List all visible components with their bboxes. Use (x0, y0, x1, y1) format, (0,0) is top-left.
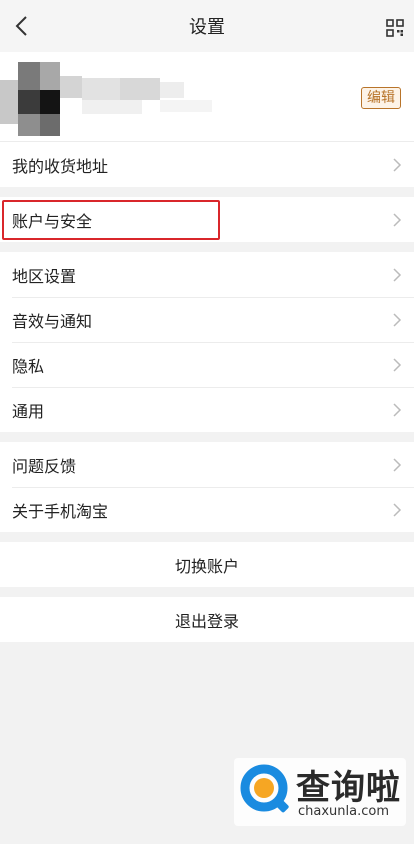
profile-card[interactable]: 编辑 (0, 52, 414, 142)
magnifier-logo-icon (240, 764, 289, 813)
settings-group-address: 我的收货地址 (0, 142, 414, 187)
chevron-right-icon (393, 157, 402, 172)
settings-item-privacy[interactable]: 隐私 (0, 342, 414, 387)
settings-item-label: 地区设置 (12, 266, 77, 286)
edit-button[interactable]: 编辑 (361, 87, 401, 109)
chevron-right-icon (393, 457, 402, 472)
settings-item-account-security[interactable]: 账户与安全 (0, 197, 414, 242)
settings-item-label: 音效与通知 (12, 311, 93, 331)
settings-item-label: 隐私 (12, 356, 45, 376)
chevron-right-icon (393, 312, 402, 327)
settings-item-feedback[interactable]: 问题反馈 (0, 442, 414, 487)
chevron-right-icon (393, 267, 402, 282)
settings-item-label: 关于手机淘宝 (12, 501, 109, 521)
settings-item-about[interactable]: 关于手机淘宝 (0, 487, 414, 532)
back-icon[interactable] (10, 13, 36, 39)
settings-group-account: 账户与安全 (0, 197, 414, 242)
watermark: 查询啦 chaxunla.com (234, 758, 406, 826)
chevron-right-icon (393, 357, 402, 372)
qr-code-icon[interactable] (386, 19, 404, 37)
chevron-right-icon (393, 212, 402, 227)
logout-button[interactable]: 退出登录 (0, 597, 414, 642)
settings-item-label: 我的收货地址 (12, 156, 109, 176)
settings-item-label: 通用 (12, 401, 45, 421)
logout-label: 退出登录 (174, 611, 239, 631)
watermark-domain: chaxunla.com (298, 804, 389, 819)
settings-item-general[interactable]: 通用 (0, 387, 414, 432)
settings-item-shipping-address[interactable]: 我的收货地址 (0, 142, 414, 187)
settings-item-region[interactable]: 地区设置 (0, 252, 414, 297)
watermark-brand: 查询啦 (296, 768, 401, 808)
switch-account-button[interactable]: 切换账户 (0, 542, 414, 587)
chevron-right-icon (393, 502, 402, 517)
switch-account-label: 切换账户 (174, 556, 239, 576)
settings-group-help: 问题反馈 关于手机淘宝 (0, 442, 414, 532)
highlight-box (2, 200, 220, 240)
page-title: 设置 (189, 17, 225, 38)
chevron-right-icon (393, 402, 402, 417)
settings-item-sound-notifications[interactable]: 音效与通知 (0, 297, 414, 342)
settings-group-general: 地区设置 音效与通知 隐私 通用 (0, 252, 414, 432)
nav-bar: 设置 (0, 0, 414, 52)
settings-item-label: 问题反馈 (12, 456, 77, 476)
